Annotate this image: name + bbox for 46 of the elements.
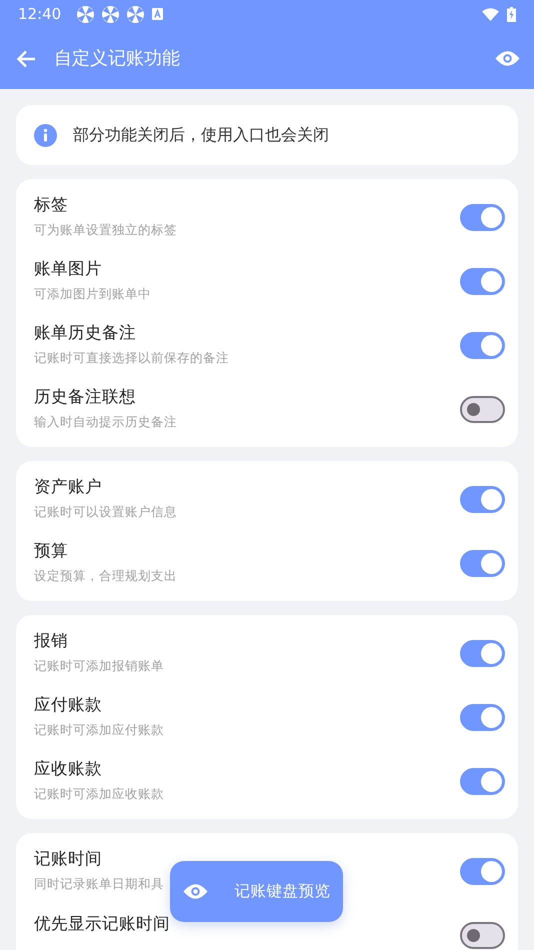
setting-description: 输入时自动提示历史备注 [34,412,177,430]
info-icon [34,124,57,146]
pinwheel-icon [127,6,144,22]
setting-description: 记账时可添加报销账单 [34,656,164,674]
setting-title: 资产账户 [34,476,103,498]
setting-title: 预算 [34,540,69,562]
setting-title: 报销 [34,630,69,652]
setting-description: 记账时可添加应收账款 [34,784,164,802]
setting-title: 标签 [34,194,69,216]
battery-icon [507,6,516,22]
setting-description: 同时记录账单日期和具 [34,874,164,892]
toggle-switch[interactable] [460,268,505,294]
toggle-switch[interactable] [460,204,505,230]
page-title: 自定义记账功能 [54,47,180,71]
setting-title: 应收账款 [34,758,103,780]
wifi-icon [482,8,499,20]
setting-title: 历史备注联想 [34,386,137,408]
setting-title: 记账时间 [34,848,103,870]
setting-description: 设定预算，合理规划支出 [34,566,177,584]
toggle-switch[interactable] [460,858,505,884]
setting-description: 可添加图片到账单中 [34,284,151,302]
keyboard-preview-button[interactable]: 记账键盘预览 [170,861,343,922]
toggle-switch[interactable] [460,768,505,794]
setting-title: 账单图片 [34,258,103,280]
pinwheel-icon [77,6,94,22]
setting-title: 账单历史备注 [34,322,137,344]
setting-description: 记账时可以设置账户信息 [34,502,177,520]
notice-text: 部分功能关闭后，使用入口也会关闭 [73,124,329,146]
status-time: 12:40 [18,4,62,25]
keyboard-a-icon [152,8,164,20]
eye-icon [182,883,208,900]
setting-description: 记账时可直接选择以前保存的备注 [34,348,229,366]
pinwheel-icon [102,6,120,22]
toggle-switch[interactable] [460,550,505,576]
toggle-switch[interactable] [460,396,505,422]
setting-description: 可为账单设置独立的标签 [34,220,177,238]
eye-icon[interactable] [495,50,520,67]
setting-title: 应付账款 [34,694,103,716]
toggle-switch[interactable] [460,704,505,730]
back-arrow-icon[interactable] [16,50,36,68]
toggle-switch[interactable] [460,640,505,666]
setting-title: 优先显示记账时间 [34,912,171,934]
toggle-switch[interactable] [460,486,505,512]
toggle-switch[interactable] [460,332,505,358]
setting-description: 记账时可添加应付账款 [34,720,164,738]
toggle-switch[interactable] [460,922,505,948]
